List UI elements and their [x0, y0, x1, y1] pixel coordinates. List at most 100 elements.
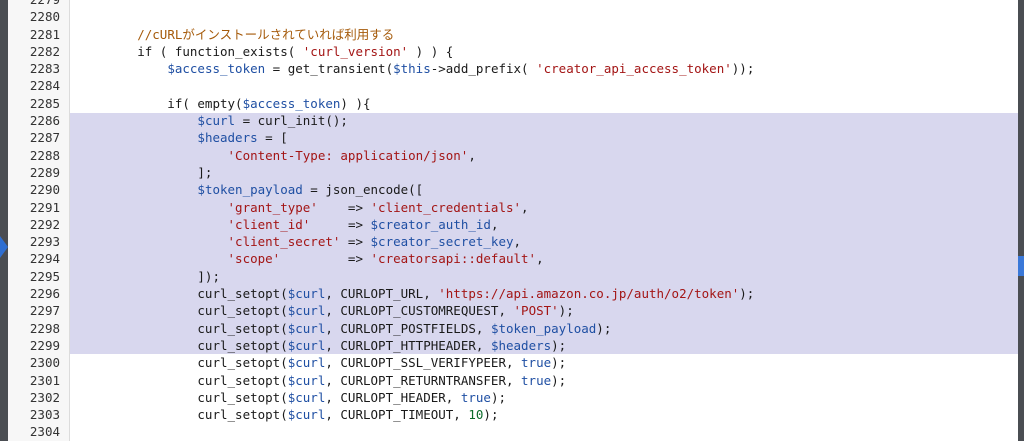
code-token: if ( function_exists(	[77, 43, 303, 59]
line-number: 2288	[29, 147, 60, 163]
code-text: if( empty($access_token) ){	[77, 95, 371, 112]
code-line[interactable]: 2291 'grant_type' => 'client_credentials…	[8, 199, 1018, 216]
code-token: $this	[393, 61, 431, 77]
code-token: =>	[317, 199, 371, 215]
code-token: = json_encode([	[302, 182, 424, 198]
code-token: $curl	[197, 113, 236, 129]
code-token: , CURLOPT_TIMEOUT,	[325, 407, 469, 423]
line-number: 2295	[29, 268, 60, 284]
code-line[interactable]: 2280	[8, 8, 1018, 25]
code-line[interactable]: 2285 if( empty($access_token) ){	[8, 95, 1018, 112]
code-token: $curl	[287, 372, 326, 388]
code-editor[interactable]: 227922802281 //cURLがインストールされていれば利用する2282…	[8, 0, 1018, 441]
line-number: 2285	[29, 95, 60, 111]
code-text: if ( function_exists( 'curl_version' ) )…	[77, 43, 453, 60]
code-line[interactable]: 2300 curl_setopt($curl, CURLOPT_SSL_VERI…	[8, 354, 1018, 371]
code-text: $token_payload = json_encode([	[77, 181, 423, 198]
code-token: $access_token	[242, 95, 341, 111]
code-text: $access_token = get_transient($this->add…	[77, 60, 754, 77]
code-line[interactable]: 2284	[8, 77, 1018, 94]
code-token: $curl	[287, 389, 326, 405]
code-token: $curl	[287, 286, 326, 302]
code-line[interactable]: 2293 'client_secret' => $creator_secret_…	[8, 233, 1018, 250]
code-token: 'client_secret'	[227, 234, 341, 250]
code-token: 'Content-Type: application/json'	[227, 147, 469, 163]
code-token: );	[483, 407, 499, 423]
code-line[interactable]: 2286 $curl = curl_init();	[8, 112, 1018, 129]
code-line[interactable]: 2283 $access_token = get_transient($this…	[8, 60, 1018, 77]
code-line[interactable]: 2287 $headers = [	[8, 129, 1018, 146]
code-line[interactable]: 2282 if ( function_exists( 'curl_version…	[8, 43, 1018, 60]
code-token: , CURLOPT_URL,	[325, 286, 439, 302]
line-number: 2297	[29, 303, 60, 319]
line-number: 2282	[29, 43, 60, 59]
line-number: 2292	[29, 216, 60, 232]
code-text: curl_setopt($curl, CURLOPT_URL, 'https:/…	[77, 285, 754, 302]
code-token: $headers	[197, 130, 258, 146]
code-token: $token_payload	[490, 320, 597, 336]
code-line[interactable]: 2279	[8, 0, 1018, 8]
code-token: = curl_init();	[235, 113, 348, 129]
code-token: //cURLがインストールされていれば利用する	[137, 26, 395, 42]
line-number: 2289	[29, 164, 60, 180]
code-text: 'scope' => 'creatorsapi::default',	[77, 250, 544, 267]
code-line[interactable]: 2290 $token_payload = json_encode([	[8, 181, 1018, 198]
code-line[interactable]: 2294 'scope' => 'creatorsapi::default',	[8, 250, 1018, 267]
line-number: 2281	[29, 26, 60, 42]
code-token: true	[460, 389, 491, 405]
code-token: $creator_auth_id	[370, 216, 491, 232]
code-token: curl_setopt(	[77, 286, 288, 302]
line-number: 2304	[29, 424, 60, 440]
code-token: $token_payload	[197, 182, 303, 198]
code-line[interactable]: 2281 //cURLがインストールされていれば利用する	[8, 26, 1018, 43]
code-text: 'grant_type' => 'client_credentials',	[77, 199, 529, 216]
scrollbar-thumb[interactable]	[1018, 256, 1024, 276]
line-number: 2280	[29, 9, 60, 25]
code-token: 'scope'	[227, 251, 281, 267]
code-token: ]);	[77, 268, 220, 284]
code-line[interactable]: 2295 ]);	[8, 268, 1018, 285]
code-line[interactable]: 2289 ];	[8, 164, 1018, 181]
code-line[interactable]: 2302 curl_setopt($curl, CURLOPT_HEADER, …	[8, 389, 1018, 406]
code-token: , CURLOPT_HTTPHEADER,	[325, 337, 491, 353]
code-line[interactable]: 2297 curl_setopt($curl, CURLOPT_CUSTOMRE…	[8, 302, 1018, 319]
code-token: $curl	[287, 407, 326, 423]
code-token: ) ){	[340, 95, 371, 111]
code-line[interactable]: 2304	[8, 423, 1018, 440]
code-token: ,	[521, 199, 529, 215]
code-line[interactable]: 2303 curl_setopt($curl, CURLOPT_TIMEOUT,…	[8, 406, 1018, 423]
code-line[interactable]: 2288 'Content-Type: application/json',	[8, 147, 1018, 164]
code-text: //cURLがインストールされていれば利用する	[77, 26, 394, 43]
code-token: ->add_prefix(	[430, 61, 537, 77]
code-token: ));	[731, 61, 755, 77]
code-token: 'creator_api_access_token'	[536, 61, 732, 77]
code-line[interactable]: 2292 'client_id' => $creator_auth_id,	[8, 216, 1018, 233]
left-edge-handle[interactable]	[0, 236, 8, 258]
line-number: 2291	[29, 199, 60, 215]
code-token: curl_setopt(	[77, 320, 288, 336]
code-text: 'Content-Type: application/json',	[77, 147, 476, 164]
code-text: curl_setopt($curl, CURLOPT_SSL_VERIFYPEE…	[77, 354, 566, 371]
line-number: 2293	[29, 234, 60, 250]
code-line[interactable]: 2301 curl_setopt($curl, CURLOPT_RETURNTR…	[8, 372, 1018, 389]
code-text: 'client_id' => $creator_auth_id,	[77, 216, 499, 233]
code-line[interactable]: 2298 curl_setopt($curl, CURLOPT_POSTFIEL…	[8, 320, 1018, 337]
code-text: curl_setopt($curl, CURLOPT_HTTPHEADER, $…	[77, 337, 566, 354]
code-token: ,	[536, 251, 544, 267]
code-line[interactable]: 2299 curl_setopt($curl, CURLOPT_HTTPHEAD…	[8, 337, 1018, 354]
code-token: , CURLOPT_SSL_VERIFYPEER,	[325, 355, 522, 371]
line-number: 2302	[29, 389, 60, 405]
code-lines[interactable]: 227922802281 //cURLがインストールされていれば利用する2282…	[8, 0, 1018, 441]
code-token: if( empty(	[77, 95, 243, 111]
code-token: );	[551, 372, 567, 388]
code-line[interactable]: 2296 curl_setopt($curl, CURLOPT_URL, 'ht…	[8, 285, 1018, 302]
line-number: 2294	[29, 251, 60, 267]
code-token: true	[521, 372, 552, 388]
code-text: curl_setopt($curl, CURLOPT_POSTFIELDS, $…	[77, 320, 611, 337]
code-token: $curl	[287, 337, 326, 353]
